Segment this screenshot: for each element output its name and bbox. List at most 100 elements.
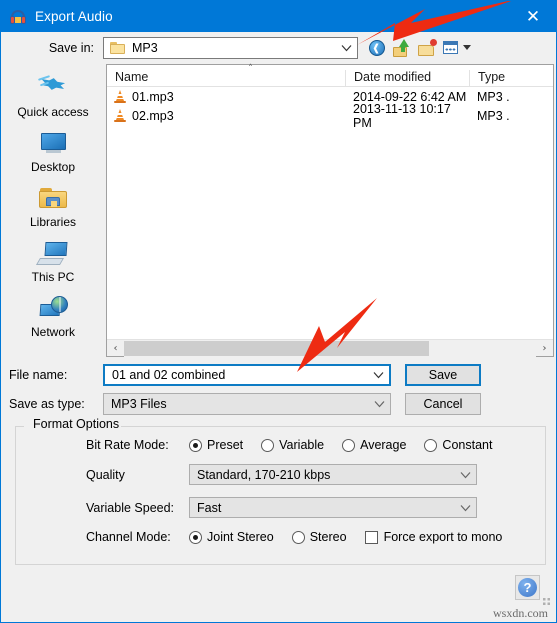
- chevron-down-icon[interactable]: [373, 371, 384, 380]
- variable-speed-dropdown[interactable]: Fast: [189, 497, 477, 518]
- radio-bitrate-preset[interactable]: Preset: [189, 438, 243, 452]
- scroll-right-icon[interactable]: ›: [536, 340, 553, 357]
- browser-area: Quick access Desktop Libraries This PC N…: [1, 64, 556, 357]
- sidebar-item-label: Libraries: [29, 215, 77, 229]
- table-row[interactable]: 01.mp3 2014-09-22 6:42 AM MP3 .: [107, 87, 553, 106]
- checkbox-label: Force export to mono: [383, 530, 503, 544]
- radio-bitrate-average[interactable]: Average: [342, 438, 406, 452]
- file-type-cell: MP3 .: [477, 89, 510, 104]
- sidebar-item-label: This PC: [31, 270, 75, 284]
- save-in-dropdown[interactable]: MP3: [103, 37, 358, 59]
- save-as-type-value: MP3 Files: [111, 397, 167, 411]
- radio-label: Stereo: [309, 530, 347, 544]
- vlc-cone-icon: [113, 90, 127, 103]
- window-title: Export Audio: [35, 9, 113, 24]
- file-list-header: Name Date modified Type: [107, 65, 553, 87]
- horizontal-scrollbar[interactable]: ‹ ›: [107, 339, 553, 357]
- sidebar-item-desktop[interactable]: Desktop: [11, 125, 95, 174]
- navigation-toolbar: ❰: [368, 38, 471, 58]
- sidebar-item-this-pc[interactable]: This PC: [11, 235, 95, 284]
- file-name-input[interactable]: 01 and 02 combined: [103, 364, 391, 386]
- file-name-value: 01 and 02 combined: [112, 368, 226, 382]
- places-sidebar: Quick access Desktop Libraries This PC N…: [9, 64, 97, 357]
- file-type-cell: MP3 .: [477, 108, 510, 123]
- checkbox-force-export-to-mono[interactable]: Force export to mono: [364, 530, 503, 544]
- title-bar: Export Audio ✕: [1, 1, 556, 32]
- chevron-down-icon[interactable]: [374, 400, 385, 409]
- quality-dropdown[interactable]: Standard, 170-210 kbps: [189, 464, 477, 485]
- variable-speed-row: Variable Speed: Fast: [16, 497, 545, 518]
- help-button[interactable]: ?: [515, 575, 540, 600]
- file-rows: 01.mp3 2014-09-22 6:42 AM MP3 . 02.mp3 2…: [107, 87, 553, 339]
- radio-indicator: [189, 438, 202, 452]
- resize-grip[interactable]: [542, 597, 551, 606]
- file-name-row: File name: 01 and 02 combined Save: [9, 364, 556, 386]
- computer-icon: [35, 239, 69, 269]
- star-icon: [37, 74, 69, 104]
- file-name-label: File name:: [9, 368, 68, 382]
- scrollbar-thumb[interactable]: [124, 340, 429, 356]
- sidebar-item-network[interactable]: Network: [11, 290, 95, 339]
- sidebar-item-quick-access[interactable]: Quick access: [11, 70, 95, 119]
- radio-label: Average: [360, 438, 407, 452]
- radio-bitrate-constant[interactable]: Constant: [424, 438, 492, 452]
- table-row[interactable]: 02.mp3 2013-11-13 10:17 PM MP3 .: [107, 102, 553, 130]
- sidebar-item-label: Network: [30, 325, 75, 339]
- save-as-type-label: Save as type:: [9, 397, 85, 411]
- up-folder-icon[interactable]: [393, 38, 412, 58]
- file-name-text: 02.mp3: [132, 108, 174, 123]
- radio-bitrate-variable[interactable]: Variable: [261, 438, 324, 452]
- libraries-folder-icon: [37, 184, 69, 214]
- sidebar-item-libraries[interactable]: Libraries: [11, 180, 95, 229]
- scroll-left-icon[interactable]: ‹: [107, 340, 124, 357]
- close-icon[interactable]: ✕: [510, 1, 556, 32]
- save-as-type-row: Save as type: MP3 Files Cancel: [9, 393, 556, 415]
- quality-value: Standard, 170-210 kbps: [197, 467, 331, 482]
- radio-label: Variable: [279, 438, 325, 452]
- column-header-name[interactable]: Name: [107, 70, 345, 86]
- folder-icon: [110, 42, 125, 54]
- radio-indicator: [291, 530, 305, 544]
- views-grid-icon[interactable]: [443, 39, 471, 58]
- export-audio-dialog: Export Audio ✕ Save in: MP3 ❰ Quick acce…: [0, 0, 557, 623]
- save-button[interactable]: Save: [405, 364, 481, 386]
- radio-label: Preset: [207, 438, 244, 452]
- file-name-text: 01.mp3: [132, 89, 174, 104]
- channel-mode-row: Channel Mode: Joint Stereo Stereo Force …: [16, 530, 545, 544]
- file-name-cell: 01.mp3: [107, 90, 345, 104]
- chevron-down-icon[interactable]: [460, 503, 471, 512]
- radio-channel-joint-stereo[interactable]: Joint Stereo: [189, 530, 274, 544]
- radio-label: Joint Stereo: [207, 530, 274, 544]
- vlc-cone-icon: [113, 109, 127, 122]
- format-options-group: Format Options Bit Rate Mode: Preset Var…: [15, 417, 546, 565]
- sidebar-item-label: Quick access: [17, 105, 89, 119]
- filename-section: File name: 01 and 02 combined Save Save …: [1, 357, 556, 415]
- variable-speed-label: Variable Speed:: [86, 500, 175, 515]
- radio-channel-stereo[interactable]: Stereo: [291, 530, 347, 544]
- radio-indicator: [261, 438, 275, 452]
- new-folder-icon[interactable]: [418, 38, 437, 58]
- checkbox-indicator: [364, 530, 378, 544]
- network-globe-icon: [37, 294, 69, 324]
- chevron-down-icon[interactable]: [460, 470, 471, 479]
- save-as-type-dropdown[interactable]: MP3 Files: [103, 393, 391, 415]
- column-header-type[interactable]: Type: [469, 70, 553, 86]
- radio-indicator: [342, 438, 356, 452]
- file-name-cell: 02.mp3: [107, 109, 345, 123]
- file-list[interactable]: ˄ Name Date modified Type 01.mp3 2014-09…: [106, 64, 554, 357]
- quality-row: Quality Standard, 170-210 kbps: [16, 464, 545, 485]
- variable-speed-value: Fast: [197, 500, 222, 515]
- chevron-down-icon: [341, 44, 352, 53]
- column-header-date-modified[interactable]: Date modified: [345, 70, 469, 86]
- watermark: wsxdn.com: [493, 606, 548, 620]
- back-arrow-icon[interactable]: ❰: [368, 39, 387, 58]
- question-mark-icon: ?: [518, 578, 537, 597]
- quality-label: Quality: [86, 467, 125, 482]
- radio-indicator: [189, 530, 202, 544]
- scrollbar-track[interactable]: [124, 339, 536, 357]
- bit-rate-mode-row: Bit Rate Mode: Preset Variable Average C…: [16, 438, 545, 452]
- format-options-legend: Format Options: [28, 417, 125, 431]
- save-in-row: Save in: MP3 ❰: [1, 32, 556, 64]
- save-in-label: Save in:: [48, 41, 94, 55]
- cancel-button[interactable]: Cancel: [405, 393, 481, 415]
